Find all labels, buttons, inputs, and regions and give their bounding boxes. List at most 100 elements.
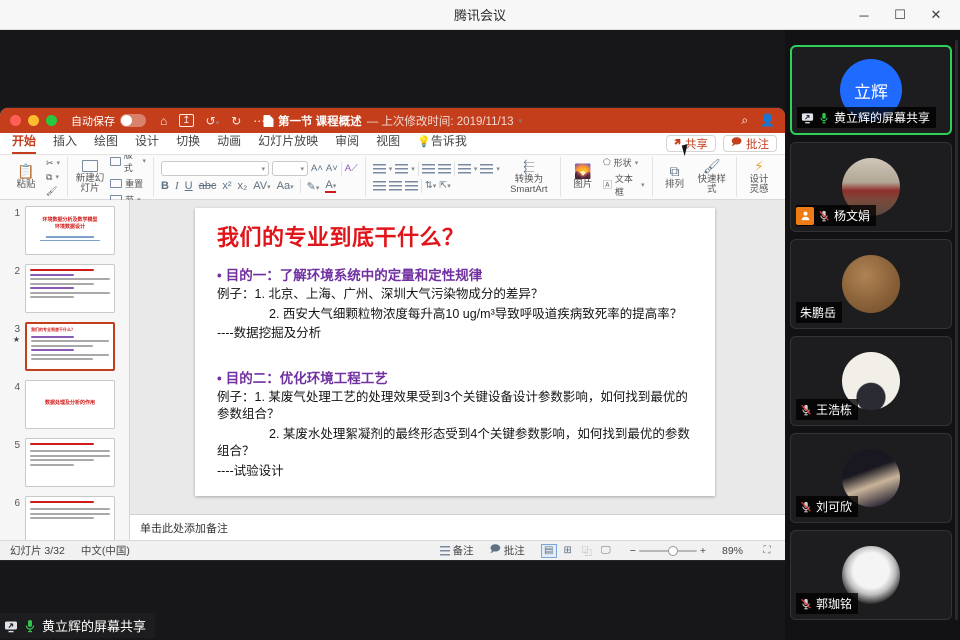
minimize-icon[interactable]: ─ bbox=[846, 0, 882, 30]
tab-review[interactable]: 审阅 bbox=[335, 132, 359, 154]
convert-smartart-button[interactable]: ⬱ 转换为SmartArt bbox=[505, 159, 553, 195]
picture-button[interactable]: 🌄 图片 bbox=[568, 164, 598, 190]
shapes-button[interactable]: ⬠形状▾ bbox=[603, 156, 645, 169]
redo-icon[interactable]: ↻ bbox=[231, 114, 241, 128]
slide-sorter-button[interactable]: ⊞ bbox=[560, 544, 576, 558]
fit-to-window-icon[interactable]: ⛶ bbox=[759, 544, 775, 558]
chevron-down-icon[interactable]: ▾ bbox=[518, 117, 522, 125]
superscript-button[interactable]: x² bbox=[222, 180, 231, 192]
mac-zoom-icon[interactable] bbox=[46, 115, 57, 126]
notes-placeholder: 单击此处添加备注 bbox=[140, 520, 228, 536]
format-painter-icon[interactable]: 🖌 bbox=[46, 186, 60, 197]
slide-thumbnail[interactable] bbox=[25, 496, 115, 540]
close-icon[interactable]: ✕ bbox=[918, 0, 954, 30]
mac-close-icon[interactable] bbox=[10, 115, 21, 126]
shrink-font-icon[interactable]: A˅ bbox=[326, 163, 338, 174]
notes-button[interactable]: 备注 bbox=[440, 543, 474, 558]
thumbnail-row-1[interactable]: 1 环境数据分析及数学模型 环境数据设计 bbox=[0, 206, 129, 255]
save-icon[interactable]: ↥ bbox=[179, 114, 193, 127]
align-justify-icon[interactable] bbox=[405, 181, 418, 191]
undo-icon[interactable]: ↺▾ bbox=[206, 114, 220, 128]
slideshow-button[interactable]: 🖵 bbox=[598, 544, 614, 558]
tab-draw[interactable]: 绘图 bbox=[94, 132, 118, 154]
char-spacing-button[interactable]: AV▾ bbox=[253, 180, 270, 192]
slide-thumbnail[interactable] bbox=[25, 438, 115, 487]
thumbnail-row-3[interactable]: 3 ★ 我们的专业到底干什么？ bbox=[0, 322, 129, 371]
line-spacing-icon[interactable] bbox=[458, 164, 471, 174]
copy-icon[interactable]: ⧉▾ bbox=[46, 172, 60, 183]
comments-button[interactable]: 🗩批注 bbox=[490, 542, 525, 559]
participant-tile[interactable]: 杨文娟 bbox=[790, 142, 952, 232]
participant-tile[interactable]: 朱鹏岳 bbox=[790, 239, 952, 329]
participant-tile[interactable]: 郭珈铭 bbox=[790, 530, 952, 620]
tab-slideshow[interactable]: 幻灯片放映 bbox=[258, 132, 318, 154]
language-indicator[interactable]: 中文(中国) bbox=[81, 543, 130, 558]
notes-pane[interactable]: 单击此处添加备注 bbox=[130, 514, 785, 540]
tab-view[interactable]: 视图 bbox=[376, 132, 400, 154]
paste-button[interactable]: 📋 粘贴 bbox=[11, 164, 41, 190]
mac-minimize-icon[interactable] bbox=[28, 115, 39, 126]
reset-button[interactable]: 重置 bbox=[110, 177, 146, 190]
align-left-icon[interactable] bbox=[373, 181, 386, 191]
tab-insert[interactable]: 插入 bbox=[53, 132, 77, 154]
slide-thumbnail[interactable]: 环境数据分析及数学模型 环境数据设计 bbox=[25, 206, 115, 255]
current-slide[interactable]: 我们的专业到底干什么？ •目的一：了解环境系统中的定量和定性规律 例子：1. 北… bbox=[195, 208, 715, 496]
align-text-icon[interactable]: ⇱▾ bbox=[439, 180, 450, 191]
strikethrough-button[interactable]: abc bbox=[199, 180, 217, 192]
grow-font-icon[interactable]: A˄ bbox=[311, 163, 323, 174]
reading-view-button[interactable]: ⿻ bbox=[579, 544, 595, 558]
slide-thumbnail[interactable] bbox=[25, 264, 115, 313]
participant-tile[interactable]: 王浩栋 bbox=[790, 336, 952, 426]
share-button[interactable]: 🢅 共享 bbox=[666, 135, 716, 152]
font-color-icon[interactable]: A▾ bbox=[325, 179, 336, 193]
textbox-button[interactable]: 🄰文本框▾ bbox=[603, 172, 645, 198]
bold-button[interactable]: B bbox=[161, 180, 169, 192]
normal-view-button[interactable]: ▤ bbox=[541, 544, 557, 558]
autosave-toggle[interactable] bbox=[120, 114, 146, 127]
slide-thumbnail-selected[interactable]: 我们的专业到底干什么？ bbox=[25, 322, 115, 371]
participant-tile-sharer[interactable]: 立辉 黄立辉的屏幕共享 bbox=[790, 45, 952, 135]
arrange-button[interactable]: ⧉ 排列 bbox=[660, 164, 690, 190]
clear-format-icon[interactable]: A⟋ bbox=[345, 163, 358, 174]
italic-button[interactable]: I bbox=[175, 180, 179, 192]
numbering-icon[interactable] bbox=[395, 164, 408, 174]
tab-design[interactable]: 设计 bbox=[135, 132, 159, 154]
cut-icon[interactable]: ✂▾ bbox=[46, 158, 60, 169]
tab-transitions[interactable]: 切换 bbox=[176, 132, 200, 154]
underline-button[interactable]: U bbox=[185, 180, 193, 192]
sidebar-scrollbar[interactable] bbox=[955, 40, 958, 620]
home-icon[interactable]: ⌂ bbox=[160, 114, 167, 128]
search-icon[interactable]: ⌕ bbox=[741, 113, 748, 128]
thumbnail-row-4[interactable]: 4 数据处理及分析的作用 bbox=[0, 380, 129, 429]
text-highlight-icon[interactable]: ✎▾ bbox=[307, 180, 320, 193]
share-user-icon[interactable]: 👤 bbox=[760, 113, 775, 128]
slide-thumbnail[interactable]: 数据处理及分析的作用 bbox=[25, 380, 115, 429]
thumbnail-row-5[interactable]: 5 bbox=[0, 438, 129, 487]
subscript-button[interactable]: x₂ bbox=[238, 180, 248, 192]
align-center-icon[interactable] bbox=[389, 181, 402, 191]
participant-tile[interactable]: 刘可欣 bbox=[790, 433, 952, 523]
text-direction-icon[interactable]: ⇅▾ bbox=[425, 180, 436, 191]
new-slide-button[interactable]: 新建幻灯片 bbox=[75, 160, 105, 194]
tab-animations[interactable]: 动画 bbox=[217, 132, 241, 154]
tab-tellme[interactable]: 💡告诉我 bbox=[417, 132, 467, 154]
zoom-in-button[interactable]: + bbox=[700, 545, 706, 557]
change-case-button[interactable]: Aa▾ bbox=[277, 180, 294, 192]
zoom-level[interactable]: 89% bbox=[722, 545, 743, 557]
font-select[interactable]: ▾ bbox=[161, 161, 269, 176]
font-size-select[interactable]: ▾ bbox=[272, 161, 308, 176]
design-ideas-button[interactable]: ⚡ 设计灵感 bbox=[744, 159, 774, 195]
indent-decrease-icon[interactable] bbox=[422, 164, 435, 174]
comment-button[interactable]: 🗩 批注 bbox=[723, 135, 777, 152]
bullets-icon[interactable] bbox=[373, 164, 386, 174]
zoom-slider[interactable] bbox=[639, 550, 697, 552]
thumbnail-row-6[interactable]: 6 bbox=[0, 496, 129, 540]
maximize-icon[interactable]: ☐ bbox=[882, 0, 918, 30]
quick-styles-button[interactable]: 🖌 快速样式 bbox=[695, 159, 730, 195]
thumbnail-row-2[interactable]: 2 bbox=[0, 264, 129, 313]
zoom-out-button[interactable]: − bbox=[630, 545, 636, 557]
indent-increase-icon[interactable] bbox=[438, 164, 451, 174]
tab-home[interactable]: 开始 bbox=[12, 132, 36, 154]
columns-icon[interactable] bbox=[480, 164, 493, 174]
document-icon bbox=[263, 115, 273, 127]
